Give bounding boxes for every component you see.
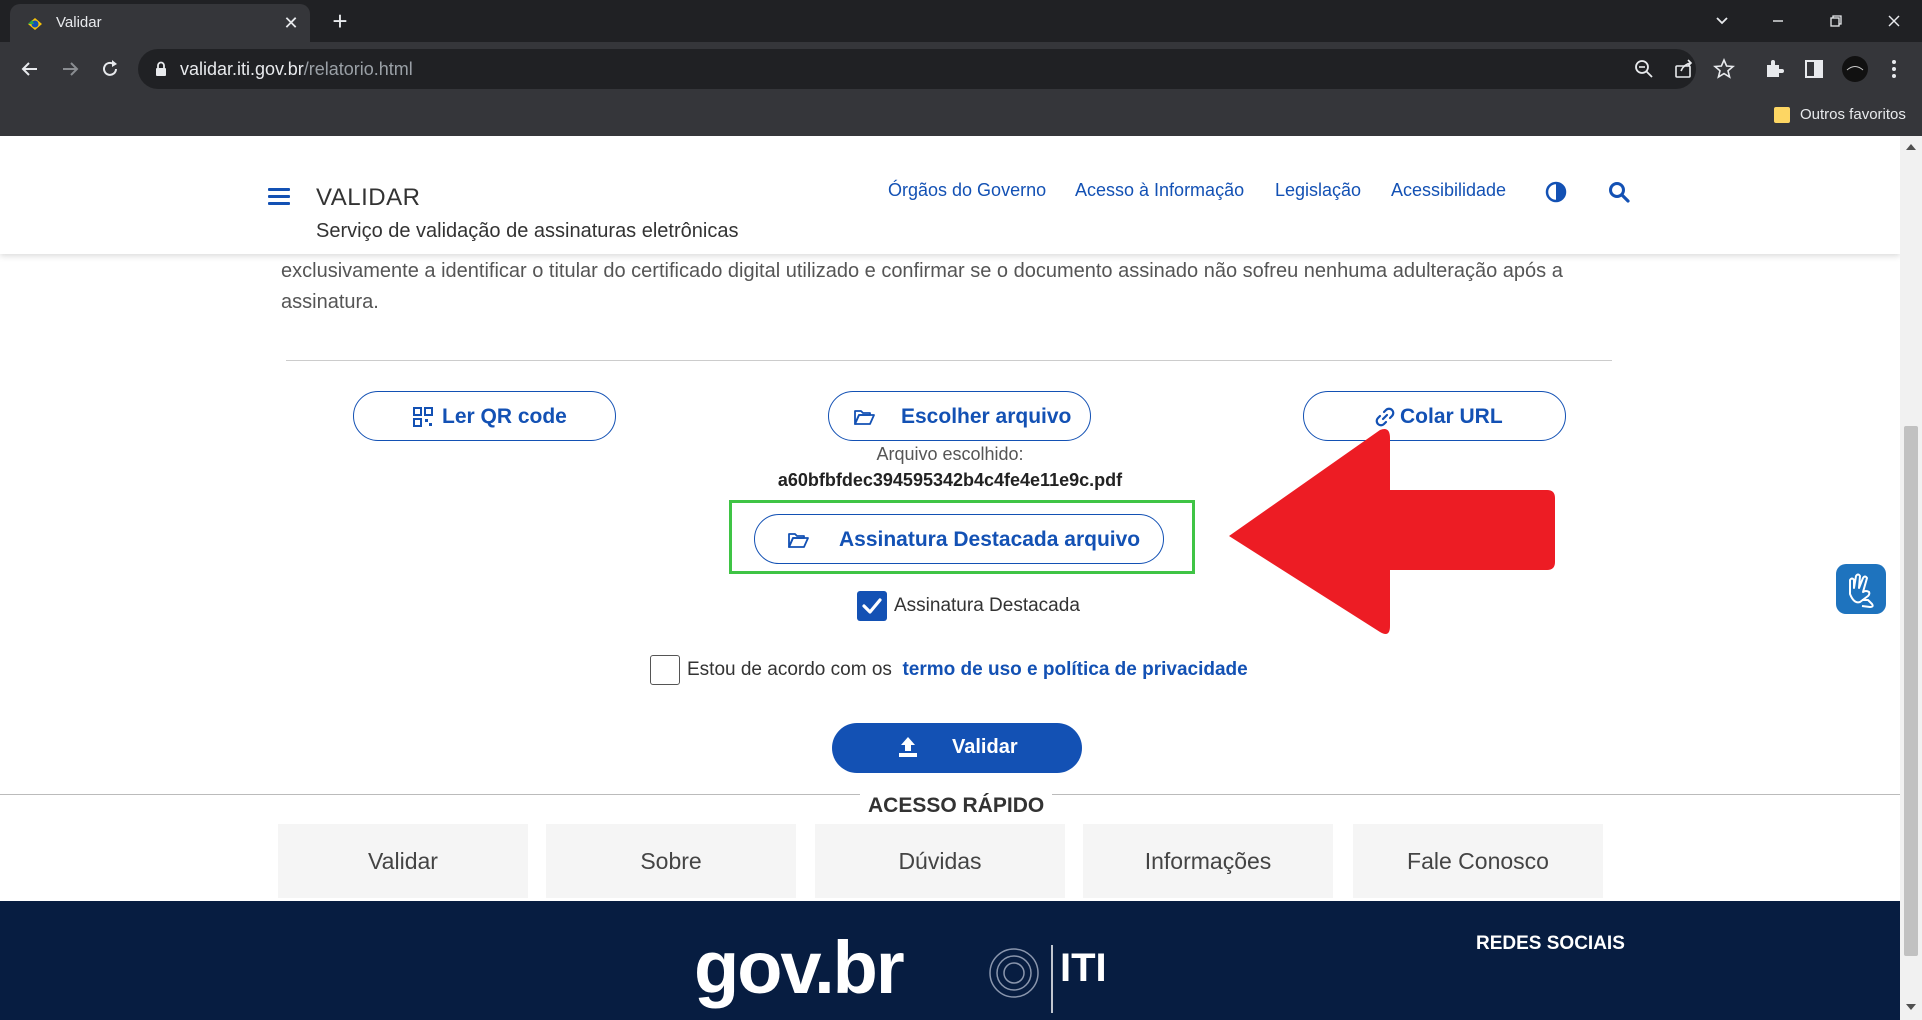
qr-code-icon xyxy=(413,407,433,427)
site-title: VALIDAR xyxy=(316,184,421,211)
page-content: VALIDAR Serviço de validação de assinatu… xyxy=(0,136,1900,1020)
validate-button[interactable]: Validar xyxy=(832,723,1082,773)
divider xyxy=(286,360,1612,361)
terms-link[interactable]: termo de uso e política de privacidade xyxy=(902,659,1247,680)
quick-link-duvidas[interactable]: Dúvidas xyxy=(815,824,1065,898)
terms-text: Estou de acordo com os termo de uso e po… xyxy=(687,659,1248,680)
extensions-icon[interactable] xyxy=(1760,55,1788,83)
chosen-file-caption: Arquivo escolhido: xyxy=(876,444,1024,464)
vlibras-accessibility-button[interactable] xyxy=(1836,564,1886,614)
menu-dots-icon[interactable] xyxy=(1880,55,1908,83)
validate-label: Validar xyxy=(952,736,1018,758)
menu-hamburger-icon[interactable] xyxy=(268,188,290,206)
quick-link-sobre[interactable]: Sobre xyxy=(546,824,796,898)
browser-tab[interactable]: Validar ✕ xyxy=(10,4,310,42)
restore-icon[interactable] xyxy=(1816,4,1856,38)
browser-toolbar: validar.iti.gov.br/relatorio.html xyxy=(0,42,1922,96)
bookmark-star-icon[interactable] xyxy=(1712,57,1736,81)
quick-access-title: ACESSO RÁPIDO xyxy=(860,794,1053,818)
terms-checkbox[interactable] xyxy=(650,655,680,685)
scroll-down-arrow-icon[interactable] xyxy=(1906,1004,1916,1010)
bookmarks-bar: Outros favoritos xyxy=(0,96,1922,136)
svg-text:ITI: ITI xyxy=(1060,946,1107,990)
tab-search-icon[interactable] xyxy=(1702,4,1742,38)
link-acesso-informacao[interactable]: Acesso à Informação xyxy=(1075,180,1244,201)
quick-link-validar[interactable]: Validar xyxy=(278,824,528,898)
chosen-file-name: a60bfbfdec394595342b4c4fe4e11e9c.pdf xyxy=(777,470,1123,490)
govbr-logo[interactable]: gov.br xyxy=(694,925,905,1010)
site-subtitle: Serviço de validação de assinaturas elet… xyxy=(316,220,739,242)
bookmark-other-favorites[interactable]: Outros favoritos xyxy=(1800,106,1906,123)
page-scrollbar[interactable] xyxy=(1900,136,1922,1020)
read-qr-label: Ler QR code xyxy=(442,405,567,428)
intro-paragraph: exclusivamente a identificar o titular d… xyxy=(281,260,1563,313)
reload-icon[interactable] xyxy=(94,53,126,85)
tab-close-icon[interactable]: ✕ xyxy=(278,10,304,36)
choose-file-button[interactable]: Escolher arquivo xyxy=(828,391,1091,441)
browser-tab-bar: Validar ✕ + xyxy=(0,0,1922,42)
social-networks-title: REDES SOCIAIS xyxy=(1476,933,1625,954)
profile-avatar-icon[interactable] xyxy=(1841,55,1869,83)
folder-open-icon xyxy=(854,410,875,425)
site-header: VALIDAR Serviço de validação de assinatu… xyxy=(0,136,1900,254)
checkmark-icon xyxy=(862,598,882,614)
link-legislacao[interactable]: Legislação xyxy=(1275,180,1361,201)
new-tab-button[interactable]: + xyxy=(325,6,355,36)
detached-signature-file-button[interactable]: Assinatura Destacada arquivo xyxy=(754,514,1164,564)
scroll-up-arrow-icon[interactable] xyxy=(1906,144,1916,150)
url-text: validar.iti.gov.br/relatorio.html xyxy=(180,59,413,79)
search-icon[interactable] xyxy=(1607,180,1631,204)
detached-signature-file-label: Assinatura Destacada arquivo xyxy=(839,528,1141,551)
link-orgaos-governo[interactable]: Órgãos do Governo xyxy=(888,180,1046,201)
quick-link-informacoes[interactable]: Informações xyxy=(1083,824,1333,898)
lock-icon[interactable] xyxy=(152,60,170,78)
detached-signature-checkbox[interactable] xyxy=(857,591,887,621)
folder-icon[interactable] xyxy=(1774,107,1790,123)
minimize-icon[interactable] xyxy=(1758,4,1798,38)
upload-icon xyxy=(899,737,917,757)
link-acessibilidade[interactable]: Acessibilidade xyxy=(1391,180,1506,201)
zoom-icon[interactable] xyxy=(1632,57,1656,81)
back-icon[interactable] xyxy=(14,53,46,85)
quick-link-fale-conosco[interactable]: Fale Conosco xyxy=(1353,824,1603,898)
sign-language-hands-icon xyxy=(1849,573,1874,608)
red-arrow-annotation xyxy=(1229,429,1555,634)
close-window-icon[interactable] xyxy=(1874,4,1914,38)
share-icon[interactable] xyxy=(1672,57,1696,81)
side-panel-icon[interactable] xyxy=(1800,55,1828,83)
site-footer: gov.br ITI REDES SOCIAIS xyxy=(0,901,1900,1020)
detached-signature-checkbox-label: Assinatura Destacada xyxy=(894,595,1080,616)
iti-logo[interactable]: ITI xyxy=(982,937,1132,1017)
forward-icon[interactable] xyxy=(54,53,86,85)
gov-favicon-icon xyxy=(28,18,42,30)
folder-open-icon xyxy=(788,533,809,548)
read-qr-button[interactable]: Ler QR code xyxy=(353,391,616,441)
address-bar[interactable]: validar.iti.gov.br/relatorio.html xyxy=(138,49,1735,89)
contrast-icon[interactable] xyxy=(1545,181,1567,203)
choose-file-label: Escolher arquivo xyxy=(901,405,1072,428)
tab-title: Validar xyxy=(56,14,102,31)
scroll-thumb[interactable] xyxy=(1904,426,1918,956)
link-icon xyxy=(1375,407,1395,427)
